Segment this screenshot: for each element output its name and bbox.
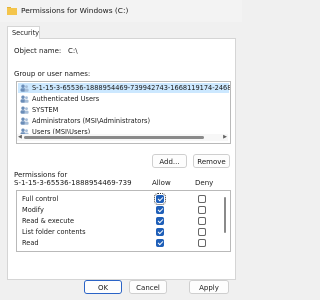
deny-checkbox[interactable] xyxy=(198,228,206,236)
allow-checkbox[interactable] xyxy=(156,239,164,247)
principal-name: Authenticated Users xyxy=(32,95,100,103)
permission-row: Full control xyxy=(16,193,216,205)
scroll-thumb[interactable] xyxy=(224,197,226,233)
vertical-scrollbar[interactable] xyxy=(222,191,228,249)
permission-row: Read xyxy=(16,238,216,248)
deny-checkbox[interactable] xyxy=(198,239,206,247)
scroll-right-icon[interactable]: ▶ xyxy=(223,134,227,140)
deny-checkbox[interactable] xyxy=(198,206,206,214)
principal-name: SYSTEM xyxy=(32,106,59,114)
allow-checkbox[interactable] xyxy=(154,193,166,205)
tab-security[interactable]: Security xyxy=(7,26,40,39)
principal-name: S-1-15-3-65536-1888954469-739942743-1668… xyxy=(32,84,231,92)
list-item[interactable]: Administrators (MSI\Administrators) xyxy=(18,116,229,126)
horizontal-scrollbar[interactable]: ◀ ▶ xyxy=(17,134,228,141)
permissions-for-label: Permissions for xyxy=(14,171,68,179)
permission-row: Modify xyxy=(16,205,216,215)
allow-checkbox[interactable] xyxy=(156,217,164,225)
deny-checkbox[interactable] xyxy=(198,217,206,225)
list-item[interactable]: S-1-15-3-65536-1888954469-739942743-1668… xyxy=(18,83,231,93)
permission-row: Read & execute xyxy=(16,216,216,226)
deny-column-header: Deny xyxy=(195,179,214,187)
allow-column-header: Allow xyxy=(152,179,171,187)
users-icon xyxy=(20,84,29,92)
users-icon xyxy=(20,95,29,103)
apply-button[interactable]: Apply xyxy=(189,280,229,294)
object-name-value: C:\ xyxy=(68,47,78,55)
window-title: Permissions for Windows (C:) xyxy=(21,6,129,15)
ok-button[interactable]: OK xyxy=(84,280,122,294)
permission-name: Read & execute xyxy=(22,217,75,225)
permission-name: Modify xyxy=(22,206,44,214)
remove-button[interactable]: Remove xyxy=(193,154,230,168)
list-item[interactable]: Authenticated Users xyxy=(18,94,229,104)
tab-security-label: Security xyxy=(12,29,40,37)
permission-name: Read xyxy=(22,239,39,247)
permission-row: List folder contents xyxy=(16,227,216,237)
folder-icon xyxy=(7,7,17,15)
users-icon xyxy=(20,117,29,125)
allow-checkbox[interactable] xyxy=(156,206,164,214)
scroll-thumb[interactable] xyxy=(24,136,204,139)
permissions-principal-label: S-1-15-3-65536-1888954469-739 xyxy=(14,179,132,187)
add-button[interactable]: Add... xyxy=(152,154,187,168)
permission-name: List folder contents xyxy=(22,228,86,236)
allow-checkbox[interactable] xyxy=(156,228,164,236)
cancel-button[interactable]: Cancel xyxy=(129,280,167,294)
list-item[interactable]: SYSTEM xyxy=(18,105,229,115)
users-icon xyxy=(20,106,29,114)
group-names-label: Group or user names: xyxy=(14,70,91,78)
permission-name: Full control xyxy=(22,195,59,203)
principal-name: Administrators (MSI\Administrators) xyxy=(32,117,151,125)
scroll-left-icon[interactable]: ◀ xyxy=(18,134,22,140)
object-name-label: Object name: xyxy=(14,47,62,55)
deny-checkbox[interactable] xyxy=(198,195,206,203)
